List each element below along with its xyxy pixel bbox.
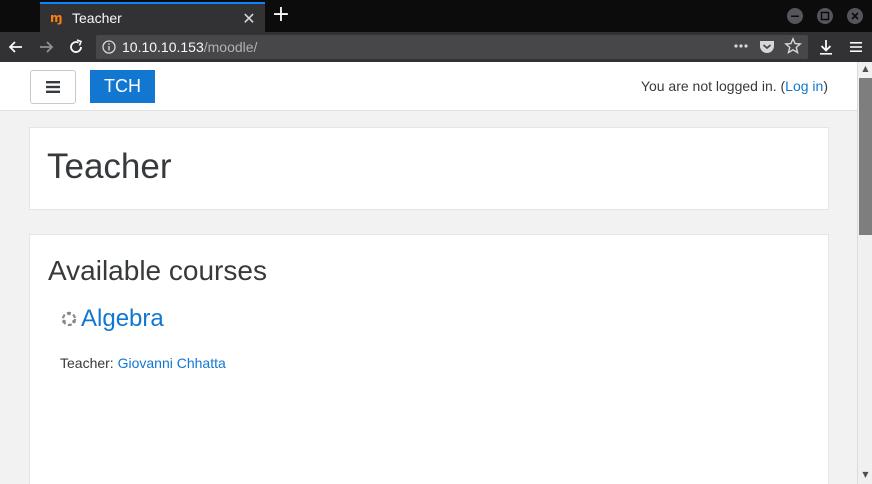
- page-viewport: TCH You are not logged in. (Log in) Teac…: [0, 62, 857, 484]
- bookmark-star-icon[interactable]: [784, 37, 802, 60]
- login-info-prefix: You are not logged in. (: [640, 78, 786, 94]
- course-item: Algebra: [60, 305, 164, 333]
- arrow-right-icon: [40, 41, 54, 53]
- available-courses-card: Available courses Algebra Teacher: Giova…: [29, 234, 829, 484]
- site-info-icon[interactable]: [96, 39, 122, 55]
- login-info: You are not logged in. (Log in): [641, 78, 828, 94]
- app-menu-button[interactable]: [846, 37, 866, 57]
- back-button[interactable]: [6, 37, 26, 57]
- page-actions-icon[interactable]: [732, 37, 750, 60]
- arrow-left-icon: [8, 41, 22, 53]
- courses-heading: Available courses: [48, 255, 267, 286]
- page-header-card: Teacher: [29, 127, 829, 210]
- download-icon: [820, 40, 832, 55]
- bars-icon: [46, 81, 60, 93]
- close-window-button[interactable]: [847, 8, 863, 24]
- url-bar[interactable]: 10.10.10.153 /moodle/: [96, 35, 808, 59]
- pocket-icon[interactable]: [758, 37, 776, 60]
- teacher-label: Teacher:: [60, 355, 118, 371]
- site-brand-button[interactable]: TCH: [90, 70, 155, 103]
- new-tab-button[interactable]: +: [268, 4, 294, 28]
- scroll-down-icon[interactable]: ▼: [858, 470, 872, 482]
- hamburger-menu-icon: [850, 42, 862, 52]
- tab-title: Teacher: [72, 10, 122, 26]
- close-window-icon: [851, 12, 859, 20]
- tab-strip: ɱ Teacher ✕ +: [0, 0, 872, 32]
- course-link-algebra[interactable]: Algebra: [81, 305, 164, 333]
- forward-button[interactable]: [36, 37, 56, 57]
- maximize-icon: [820, 11, 830, 21]
- downloads-button[interactable]: [816, 37, 836, 57]
- scroll-up-icon[interactable]: ▲: [858, 64, 872, 76]
- site-header: TCH You are not logged in. (Log in): [0, 62, 857, 111]
- vertical-scrollbar[interactable]: ▲ ▼: [857, 62, 872, 484]
- minimize-icon: [791, 15, 799, 17]
- browser-tab-active[interactable]: ɱ Teacher ✕: [40, 2, 265, 32]
- navigation-toolbar: 10.10.10.153 /moodle/: [0, 32, 872, 62]
- reload-button[interactable]: [66, 37, 86, 57]
- tab-close-icon[interactable]: ✕: [237, 9, 261, 28]
- course-teacher: Teacher: Giovanni Chhatta: [60, 355, 226, 371]
- login-info-suffix: ): [823, 78, 828, 94]
- teacher-link[interactable]: Giovanni Chhatta: [118, 355, 226, 371]
- minimize-window-button[interactable]: [787, 8, 803, 24]
- login-link[interactable]: Log in: [785, 78, 823, 94]
- reload-icon: [70, 39, 83, 53]
- url-path: /moodle/: [203, 39, 258, 55]
- moodle-favicon-icon: ɱ: [50, 11, 63, 25]
- page-title: Teacher: [47, 147, 172, 186]
- scrollbar-thumb[interactable]: [859, 78, 872, 235]
- course-icon: [61, 311, 77, 327]
- nav-drawer-toggle-button[interactable]: [30, 70, 76, 104]
- url-host: 10.10.10.153: [122, 39, 204, 55]
- maximize-window-button[interactable]: [817, 8, 833, 24]
